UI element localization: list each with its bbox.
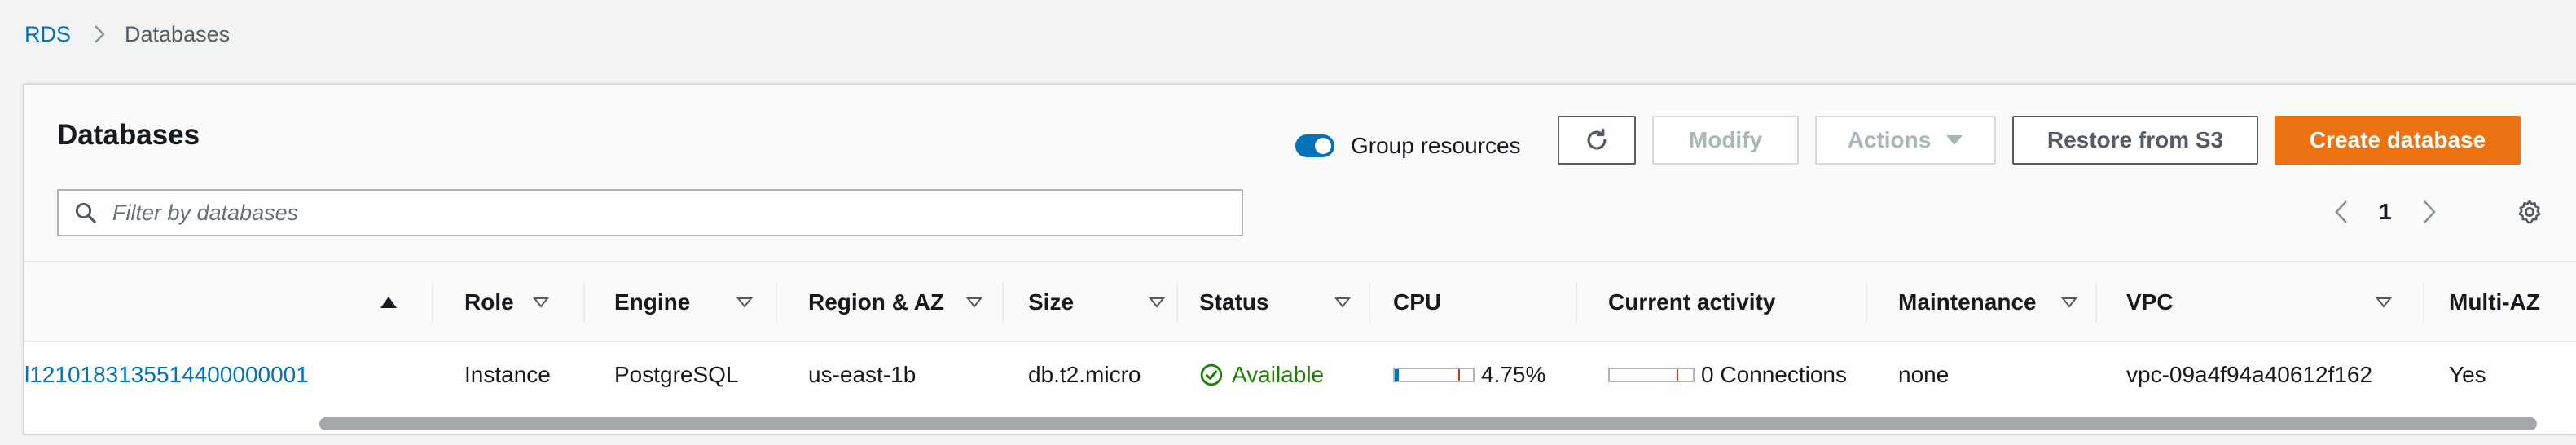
column-header-multi-az[interactable]: Multi-AZ bbox=[2449, 262, 2576, 342]
status-text: Available bbox=[1232, 362, 1325, 387]
group-resources-toggle[interactable]: Group resources bbox=[1295, 127, 1521, 165]
cpu-usage-bar bbox=[1393, 368, 1475, 382]
sort-caret-icon bbox=[1149, 297, 1165, 308]
column-header-cpu[interactable]: CPU bbox=[1393, 262, 1589, 342]
column-divider bbox=[2095, 282, 2097, 323]
column-header-region[interactable]: Region & AZ bbox=[808, 262, 1004, 342]
table-header: Role Engine Region & AZ Size Status CPU bbox=[24, 262, 2576, 342]
column-divider bbox=[1176, 282, 1178, 323]
column-label: Status bbox=[1199, 289, 1269, 315]
activity-threshold-mark bbox=[1677, 369, 1678, 381]
sort-caret-icon bbox=[1334, 297, 1351, 308]
breadcrumb-current: Databases bbox=[125, 21, 231, 46]
restore-from-s3-button[interactable]: Restore from S3 bbox=[2012, 116, 2258, 165]
cell-region: us-east-1b bbox=[808, 362, 917, 387]
cell-maintenance: none bbox=[1898, 362, 1950, 387]
breadcrumb: RDS Databases bbox=[24, 20, 230, 49]
actions-label: Actions bbox=[1847, 127, 1932, 152]
refresh-button[interactable] bbox=[1558, 116, 1636, 165]
filter-box[interactable] bbox=[57, 189, 1243, 236]
column-header-vpc[interactable]: VPC bbox=[2126, 262, 2420, 342]
chevron-right-icon bbox=[94, 24, 105, 44]
cell-size: db.t2.micro bbox=[1028, 362, 1141, 387]
activity-value: 0 Connections bbox=[1701, 362, 1848, 387]
modify-button[interactable]: Modify bbox=[1652, 116, 1799, 165]
column-header-role[interactable]: Role bbox=[464, 262, 603, 342]
cpu-threshold-mark bbox=[1458, 369, 1460, 381]
column-header-maintenance[interactable]: Maintenance bbox=[1898, 262, 2110, 342]
toggle-knob bbox=[1315, 138, 1331, 154]
sort-caret-icon bbox=[2376, 297, 2392, 308]
table-row[interactable]: l1210183135514400000001 Instance Postgre… bbox=[24, 342, 2576, 408]
cell-vpc: vpc-09a4f94a40612f162 bbox=[2126, 362, 2373, 387]
column-header-identifier[interactable] bbox=[24, 262, 432, 342]
cell-status: Available bbox=[1199, 342, 1324, 408]
horizontal-scrollbar[interactable] bbox=[24, 411, 2576, 434]
column-divider bbox=[432, 282, 433, 323]
sort-ascending-icon bbox=[380, 297, 397, 308]
toggle-switch[interactable] bbox=[1295, 134, 1334, 157]
activity-bar bbox=[1608, 368, 1695, 382]
caret-down-icon bbox=[1946, 135, 1963, 145]
page-title: Databases bbox=[57, 119, 200, 151]
column-label: Maintenance bbox=[1898, 289, 2037, 315]
sort-caret-icon bbox=[2061, 297, 2077, 308]
cell-engine: PostgreSQL bbox=[614, 362, 739, 387]
cell-cpu: 4.75% bbox=[1393, 342, 1545, 408]
chevron-right-icon bbox=[2424, 200, 2436, 223]
column-header-status[interactable]: Status bbox=[1199, 262, 1378, 342]
column-label: Size bbox=[1028, 289, 1075, 315]
sort-caret-icon bbox=[736, 297, 753, 308]
databases-panel: Databases Group resources Modify Actions… bbox=[23, 83, 2576, 434]
next-page-button[interactable] bbox=[2421, 194, 2438, 230]
column-divider bbox=[1369, 282, 1370, 323]
filter-databases-input[interactable] bbox=[112, 200, 1204, 226]
column-label: Engine bbox=[614, 289, 691, 315]
actions-button[interactable]: Actions bbox=[1815, 116, 1996, 165]
cpu-usage-fill bbox=[1395, 369, 1399, 381]
column-divider bbox=[776, 282, 777, 323]
column-header-engine[interactable]: Engine bbox=[614, 262, 777, 342]
cpu-value: 4.75% bbox=[1481, 362, 1546, 387]
column-divider bbox=[1576, 282, 1577, 323]
gear-icon bbox=[2518, 200, 2541, 224]
panel-header: Databases Group resources Modify Actions… bbox=[24, 85, 2576, 262]
current-page-number[interactable]: 1 bbox=[2379, 194, 2392, 230]
group-resources-label: Group resources bbox=[1351, 133, 1521, 158]
db-identifier-link[interactable]: l1210183135514400000001 bbox=[24, 342, 309, 408]
column-divider bbox=[1002, 282, 1004, 323]
column-label: VPC bbox=[2126, 289, 2174, 315]
table-settings-button[interactable] bbox=[2516, 194, 2543, 230]
search-icon bbox=[73, 200, 98, 225]
sort-caret-icon bbox=[533, 297, 549, 308]
column-label: Current activity bbox=[1608, 289, 1776, 315]
column-divider bbox=[583, 282, 585, 323]
previous-page-button[interactable] bbox=[2333, 194, 2350, 230]
column-header-current-activity[interactable]: Current activity bbox=[1608, 262, 1877, 342]
refresh-icon bbox=[1587, 128, 1607, 150]
column-label: Role bbox=[464, 289, 514, 315]
cell-current-activity: 0 Connections bbox=[1608, 342, 1847, 408]
sort-caret-icon bbox=[966, 297, 982, 308]
column-header-size[interactable]: Size bbox=[1028, 262, 1191, 342]
chevron-left-icon bbox=[2335, 200, 2347, 223]
column-divider bbox=[2423, 282, 2424, 323]
column-label: Region & AZ bbox=[808, 289, 944, 315]
breadcrumb-rds-link[interactable]: RDS bbox=[24, 22, 71, 47]
column-divider bbox=[1866, 282, 1867, 323]
cell-multi-az: Yes bbox=[2449, 362, 2486, 387]
check-circle-icon bbox=[1199, 363, 1224, 387]
create-database-button[interactable]: Create database bbox=[2275, 116, 2521, 165]
cell-role: Instance bbox=[464, 362, 551, 387]
scrollbar-thumb[interactable] bbox=[319, 417, 2537, 430]
column-label: CPU bbox=[1393, 289, 1442, 315]
column-label: Multi-AZ bbox=[2449, 289, 2540, 315]
